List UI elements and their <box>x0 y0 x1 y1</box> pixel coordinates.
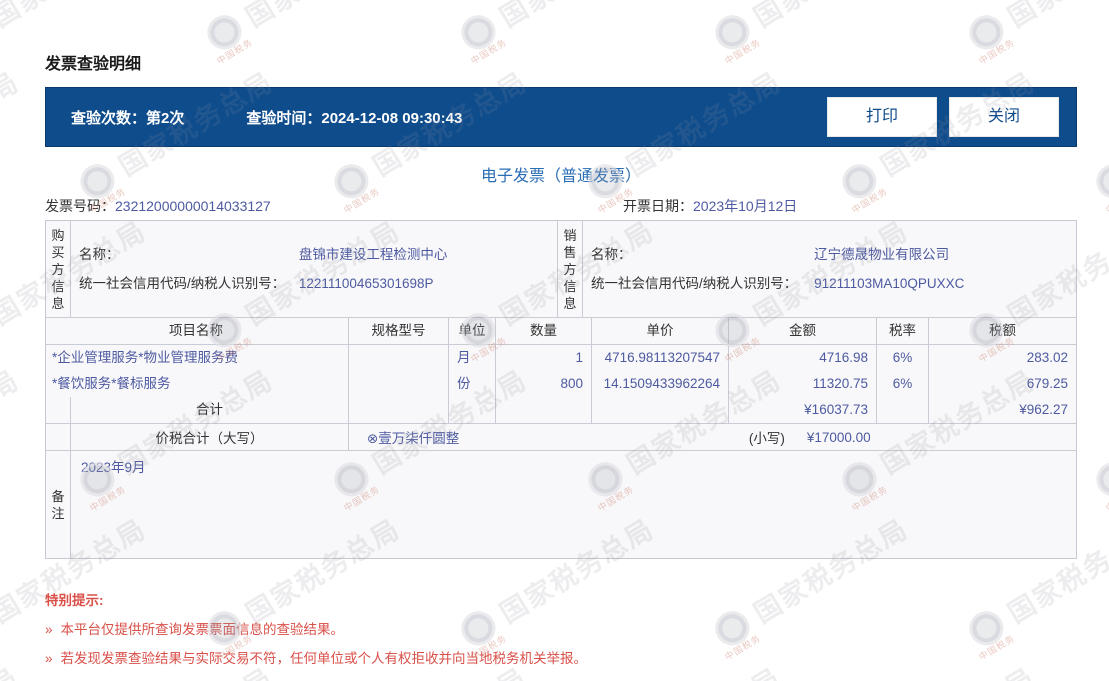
check-time-label: 查验时间： <box>246 109 322 127</box>
items-body: *企业管理服务*物业管理服务费 月 1 4716.98113207547 4716.98… <box>46 345 1076 397</box>
seller-side-label: 销售方信息 <box>558 221 583 317</box>
sum-words-label: 价税合计（大写） <box>71 424 349 450</box>
special-notice: 特别提示: » 本平台仅提供所查询发票票面信息的查验结果。 » 若发现发票查验结… <box>45 589 1077 667</box>
item-spec <box>349 345 449 371</box>
sum-values: ⊗壹万柒仟圆整 (小写) ¥17000.00 <box>349 424 1076 450</box>
total-amount-value: ¥16037.73 <box>729 397 877 423</box>
item-unit: 月 <box>449 345 496 371</box>
buyer-name-value: 盘锦市建设工程检测中心 <box>298 247 448 262</box>
close-button[interactable]: 关闭 <box>949 97 1059 137</box>
total-unit-cell <box>449 397 496 423</box>
notice-text-2: 若发现发票查验结果与实际交易不符，任何单位或个人有权拒收并向当地税务机关举报。 <box>60 651 588 666</box>
sum-small-group: (小写) ¥17000.00 <box>749 427 871 447</box>
col-header-price: 单价 <box>592 318 729 344</box>
check-time-value: 2024-12-08 09:30:43 <box>321 109 463 127</box>
invoice-date-label: 开票日期： <box>623 198 693 214</box>
invoice-body: 购买方信息 名称： 盘锦市建设工程检测中心 统一社会信用代码/纳税人识别号： 1… <box>45 220 1077 559</box>
invoice-type-title: 电子发票（普通发票） <box>480 168 641 185</box>
invoice-number-label: 发票号码： <box>45 198 115 214</box>
notice-line-1: » 本平台仅提供所查询发票票面信息的查验结果。 <box>45 622 1077 638</box>
buyer-taxid-value: 12211100465301698P <box>298 276 434 291</box>
items-total-row: 合计 ¥16037.73 ¥962.27 <box>46 397 1076 424</box>
check-count: 查验次数：第2次 <box>71 107 184 128</box>
remark-row: 备注 2023年9月 <box>46 451 1076 558</box>
invoice-number-group: 发票号码： 23212000000014033127 <box>45 196 561 216</box>
col-header-item-name: 项目名称 <box>46 318 349 344</box>
print-button[interactable]: 打印 <box>827 97 937 137</box>
buyer-side-label: 购买方信息 <box>46 221 71 317</box>
col-header-amount: 金额 <box>729 318 877 344</box>
invoice-date-value: 2023年10月12日 <box>693 198 798 214</box>
check-count-label: 查验次数： <box>71 109 147 127</box>
total-price-cell <box>592 397 729 423</box>
total-rate-cell <box>877 397 929 423</box>
notice-bullet-icon: » <box>45 651 53 666</box>
item-tax: 283.02 <box>1026 350 1068 365</box>
item-tax: 679.25 <box>1026 376 1068 391</box>
seller-name-label: 名称： <box>591 247 632 262</box>
remark-side-label: 备注 <box>46 451 71 558</box>
seller-name-value: 辽宁德晟物业有限公司 <box>814 247 950 262</box>
total-strip-cell <box>46 397 71 423</box>
verification-topbar: 查验次数：第2次 查验时间：2024-12-08 09:30:43 打印 关闭 <box>45 87 1077 147</box>
item-qty: 1 <box>496 345 592 371</box>
item-name: *餐饮服务*餐标服务 <box>46 371 349 397</box>
total-label: 合计 <box>71 397 349 423</box>
notice-title: 特别提示: <box>45 593 104 608</box>
seller-fields: 名称： 辽宁德晟物业有限公司 统一社会信用代码/纳税人识别号： 91211103… <box>583 221 1076 317</box>
col-header-tax: 税额 <box>989 323 1016 338</box>
notice-text-1: 本平台仅提供所查询发票票面信息的查验结果。 <box>60 622 345 637</box>
sum-strip-cell <box>46 424 71 450</box>
party-row: 购买方信息 名称： 盘锦市建设工程检测中心 统一社会信用代码/纳税人识别号： 1… <box>46 221 1076 318</box>
item-qty: 800 <box>496 371 592 397</box>
item-rate: 6% <box>877 371 929 397</box>
item-unit: 份 <box>449 371 496 397</box>
sum-words-value: ⊗壹万柒仟圆整 <box>367 431 460 446</box>
seller-taxid-value: 91211103MA10QPUXXC <box>814 276 965 291</box>
page-title: 发票查验明细 <box>45 56 142 73</box>
invoice-meta-row: 发票号码： 23212000000014033127 开票日期： 2023年10… <box>45 196 1077 216</box>
total-tax-value: ¥962.27 <box>1019 402 1068 417</box>
item-row: *企业管理服务*物业管理服务费 月 1 4716.98113207547 4716.98… <box>46 345 1076 371</box>
items-header-row: 项目名称 规格型号 单位 数量 单价 金额 税率 税额 <box>46 318 1076 345</box>
item-rate: 6% <box>877 345 929 371</box>
sum-small-value: ¥17000.00 <box>806 429 871 445</box>
buyer-fields: 名称： 盘锦市建设工程检测中心 统一社会信用代码/纳税人识别号： 1221110… <box>71 221 558 317</box>
total-spec-cell <box>349 397 449 423</box>
buyer-name-label: 名称： <box>79 247 120 262</box>
item-spec <box>349 371 449 397</box>
seller-taxid-label: 统一社会信用代码/纳税人识别号： <box>591 276 798 291</box>
total-qty-cell <box>496 397 592 423</box>
invoice-verification-page: 发票查验明细 查验次数：第2次 查验时间：2024-12-08 09:30:43… <box>0 0 1109 667</box>
check-time: 查验时间：2024-12-08 09:30:43 <box>246 107 462 128</box>
col-header-unit: 单位 <box>449 318 496 344</box>
remark-content: 2023年9月 <box>81 460 146 475</box>
notice-bullet-icon: » <box>45 622 53 637</box>
item-price: 14.1509433962264 <box>592 371 729 397</box>
invoice-date-group: 开票日期： 2023年10月12日 <box>561 196 1077 216</box>
item-price: 4716.98113207547 <box>592 345 729 371</box>
col-header-spec: 规格型号 <box>349 318 449 344</box>
item-name: *企业管理服务*物业管理服务费 <box>46 345 349 371</box>
buyer-taxid-label: 统一社会信用代码/纳税人识别号： <box>79 276 286 291</box>
notice-line-2: » 若发现发票查验结果与实际交易不符，任何单位或个人有权拒收并向当地税务机关举报… <box>45 651 1077 667</box>
item-amount: 4716.98 <box>729 345 877 371</box>
check-count-value: 第2次 <box>146 109 185 127</box>
sum-small-label: (小写) <box>748 431 785 446</box>
sum-row: 价税合计（大写） ⊗壹万柒仟圆整 (小写) ¥17000.00 <box>46 424 1076 451</box>
col-header-qty: 数量 <box>496 318 592 344</box>
invoice-number-value: 23212000000014033127 <box>115 198 271 214</box>
col-header-rate: 税率 <box>877 318 929 344</box>
item-row: *餐饮服务*餐标服务 份 800 14.1509433962264 11320.75 6%… <box>46 371 1076 397</box>
item-amount: 11320.75 <box>729 371 877 397</box>
